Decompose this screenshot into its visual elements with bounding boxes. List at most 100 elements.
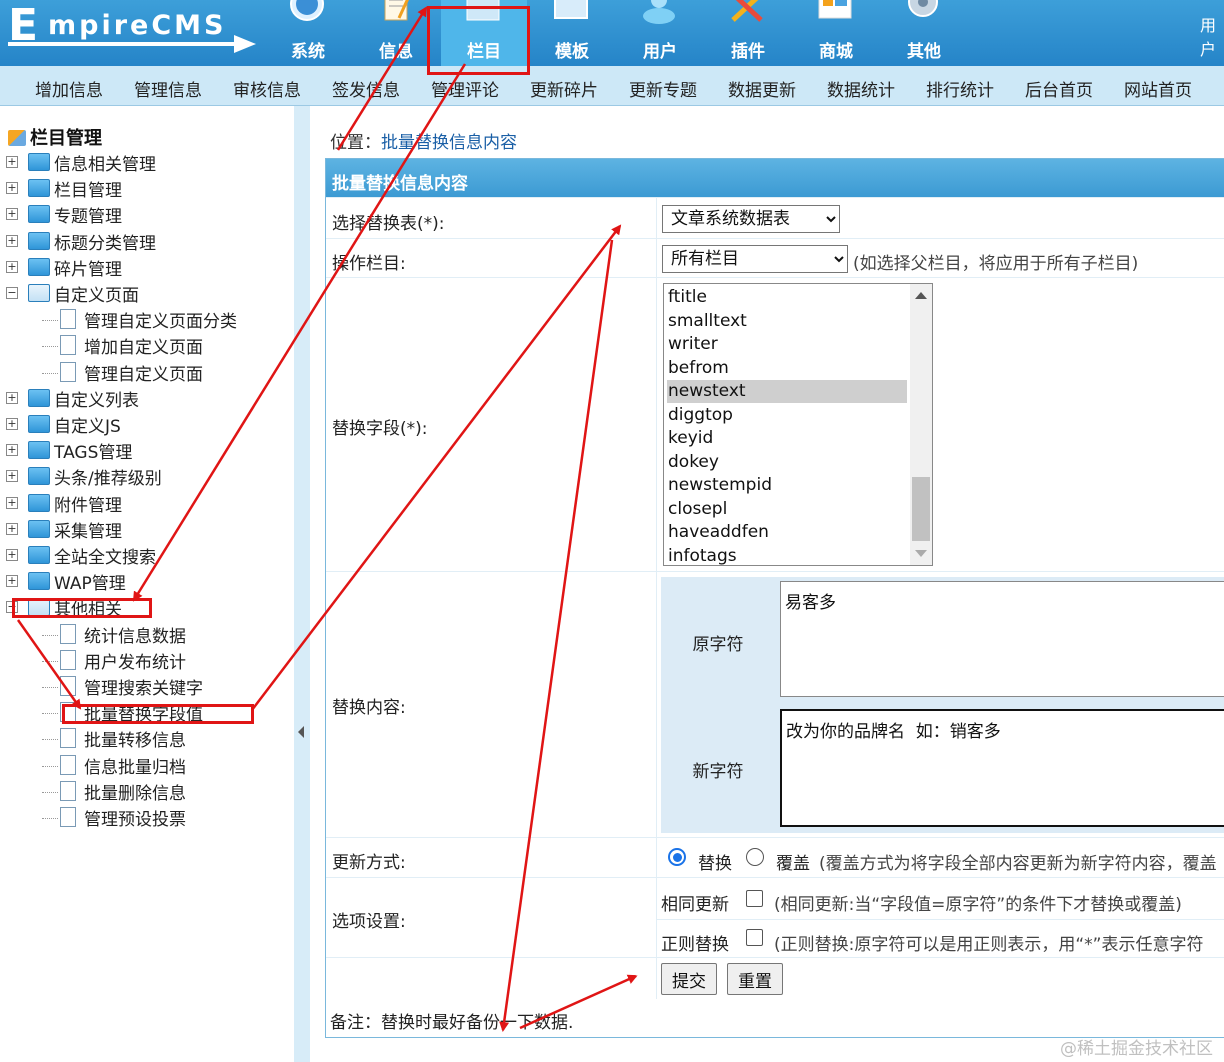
tree-item-label[interactable]: 信息批量归档 — [84, 753, 186, 778]
scroll-up-icon[interactable] — [915, 292, 927, 299]
regex-checkbox[interactable] — [746, 929, 763, 946]
folder-icon — [28, 467, 50, 485]
tree-item-label[interactable]: WAP管理 — [54, 569, 126, 594]
tree-item-label[interactable]: 批量删除信息 — [84, 779, 186, 804]
submenu-item[interactable]: 增加信息 — [35, 76, 103, 101]
tree-item-label[interactable]: 自定义页面 — [54, 281, 139, 306]
field-option[interactable]: newstext — [667, 380, 907, 403]
submenu-item[interactable]: 数据统计 — [827, 76, 895, 101]
row-field: 替换字段(*): ftitle smalltext writer befrom news… — [326, 277, 1224, 571]
empirecms-logo[interactable]: E mpireCMS — [8, 4, 258, 54]
tree-item-label[interactable]: TAGS管理 — [54, 438, 132, 463]
tree-item-label[interactable]: 增加自定义页面 — [84, 333, 203, 358]
tree-item-label[interactable]: 管理自定义页面分类 — [84, 307, 237, 332]
tree-item-label[interactable]: 采集管理 — [54, 517, 122, 542]
expand-icon[interactable]: + — [6, 470, 18, 482]
field-option[interactable]: keyid — [667, 427, 907, 450]
field-option[interactable]: befrom — [667, 357, 907, 380]
tree-item-label[interactable]: 批量转移信息 — [84, 726, 186, 751]
column-select[interactable]: 所有栏目 — [662, 245, 848, 273]
field-option[interactable]: infotags — [667, 545, 907, 566]
nav-tab-plugin[interactable]: 插件 — [705, 0, 791, 66]
scroll-down-icon[interactable] — [915, 550, 927, 557]
listbox-scrollbar[interactable] — [910, 284, 932, 565]
nav-tab-label: 用户 — [643, 42, 677, 62]
mode-replace-label[interactable]: 替换 — [698, 849, 732, 874]
annotation-box-replace — [62, 704, 254, 724]
sidebar-splitter[interactable] — [294, 106, 310, 1062]
same-update-checkbox[interactable] — [746, 890, 763, 907]
tree-item-label[interactable]: 碎片管理 — [54, 255, 122, 280]
submenu-item[interactable]: 管理信息 — [134, 76, 202, 101]
folder-icon — [28, 153, 50, 171]
mode-cover-radio[interactable] — [746, 848, 764, 866]
top-header: E mpireCMS 系统 信息 栏目 模板 用户 插件 商城 其他 用户 — [0, 0, 1224, 66]
field-option[interactable]: smalltext — [667, 310, 907, 333]
tree-item-label[interactable]: 标题分类管理 — [54, 229, 156, 254]
expand-icon[interactable]: + — [6, 235, 18, 247]
submit-button[interactable]: 提交 — [661, 963, 717, 995]
tree-item-label[interactable]: 全站全文搜索 — [54, 543, 156, 568]
field-option[interactable]: ftitle — [667, 286, 907, 309]
user-info-text[interactable]: 用户 — [1200, 12, 1224, 60]
submenu-item[interactable]: 管理评论 — [431, 76, 499, 101]
tree-item-label[interactable]: 统计信息数据 — [84, 622, 186, 647]
nav-tab-user[interactable]: 用户 — [617, 0, 703, 66]
expand-icon[interactable]: + — [6, 156, 18, 168]
submenu-item[interactable]: 排行统计 — [926, 76, 994, 101]
field-option[interactable]: writer — [667, 333, 907, 356]
submenu-item[interactable]: 审核信息 — [233, 76, 301, 101]
breadcrumb-link[interactable]: 批量替换信息内容 — [381, 133, 517, 153]
new-textarea[interactable]: 改为你的品牌名 如：销客多 — [780, 709, 1224, 827]
field-listbox[interactable]: ftitle smalltext writer befrom newstext diggt… — [663, 283, 933, 566]
collapse-icon[interactable]: − — [6, 287, 18, 299]
tree-item-label[interactable]: 附件管理 — [54, 491, 122, 516]
tree-item-label[interactable]: 管理自定义页面 — [84, 360, 203, 385]
submenu-item[interactable]: 数据更新 — [728, 76, 796, 101]
collapse-arrow-icon[interactable] — [298, 726, 304, 738]
tree-item-label[interactable]: 信息相关管理 — [54, 150, 156, 175]
tree-item-label[interactable]: 自定义列表 — [54, 386, 139, 411]
expand-icon[interactable]: + — [6, 575, 18, 587]
field-option[interactable]: dokey — [667, 451, 907, 474]
expand-icon[interactable]: + — [6, 523, 18, 535]
nav-tab-system[interactable]: 系统 — [265, 0, 351, 66]
expand-icon[interactable]: + — [6, 418, 18, 430]
submenu-item[interactable]: 后台首页 — [1025, 76, 1093, 101]
scroll-thumb[interactable] — [912, 477, 930, 541]
submenu-item[interactable]: 更新碎片 — [530, 76, 598, 101]
expand-icon[interactable]: + — [6, 549, 18, 561]
tree-item-label[interactable]: 栏目管理 — [54, 176, 122, 201]
tree-item-label[interactable]: 自定义JS — [54, 412, 121, 437]
tree-item-label[interactable]: 管理搜索关键字 — [84, 674, 203, 699]
field-option[interactable]: diggtop — [667, 404, 907, 427]
expand-icon[interactable]: + — [6, 182, 18, 194]
table-select[interactable]: 文章系统数据表 — [662, 205, 840, 233]
tree-title: 栏目管理 — [8, 124, 102, 150]
expand-icon[interactable]: + — [6, 444, 18, 456]
page-icon — [60, 781, 76, 801]
field-option[interactable]: newstempid — [667, 474, 907, 497]
tree-item-label[interactable]: 管理预设投票 — [84, 805, 186, 830]
submenu-item[interactable]: 更新专题 — [629, 76, 697, 101]
submenu-item[interactable]: 签发信息 — [332, 76, 400, 101]
mode-replace-radio[interactable] — [668, 848, 686, 866]
nav-tab-template[interactable]: 模板 — [529, 0, 615, 66]
expand-icon[interactable]: + — [6, 261, 18, 273]
reset-button[interactable]: 重置 — [727, 963, 783, 995]
orig-textarea[interactable]: 易客多 — [780, 581, 1224, 697]
tree-connector — [42, 739, 58, 740]
mode-cover-label[interactable]: 覆盖 — [776, 849, 810, 874]
tree-item-label[interactable]: 用户发布统计 — [84, 648, 186, 673]
expand-icon[interactable]: + — [6, 497, 18, 509]
nav-tab-shop[interactable]: 商城 — [793, 0, 879, 66]
submenu-item[interactable]: 网站首页 — [1124, 76, 1192, 101]
tree-item-label[interactable]: 专题管理 — [54, 202, 122, 227]
expand-icon[interactable]: + — [6, 208, 18, 220]
row-content: 替换内容: 原字符 易客多 新字符 改为你的品牌名 如：销客多 — [326, 571, 1224, 837]
nav-tab-other[interactable]: 其他 — [881, 0, 967, 66]
field-option[interactable]: haveaddfen — [667, 521, 907, 544]
field-option[interactable]: closepl — [667, 498, 907, 521]
tree-item-label[interactable]: 头条/推荐级别 — [54, 464, 162, 489]
expand-icon[interactable]: + — [6, 392, 18, 404]
